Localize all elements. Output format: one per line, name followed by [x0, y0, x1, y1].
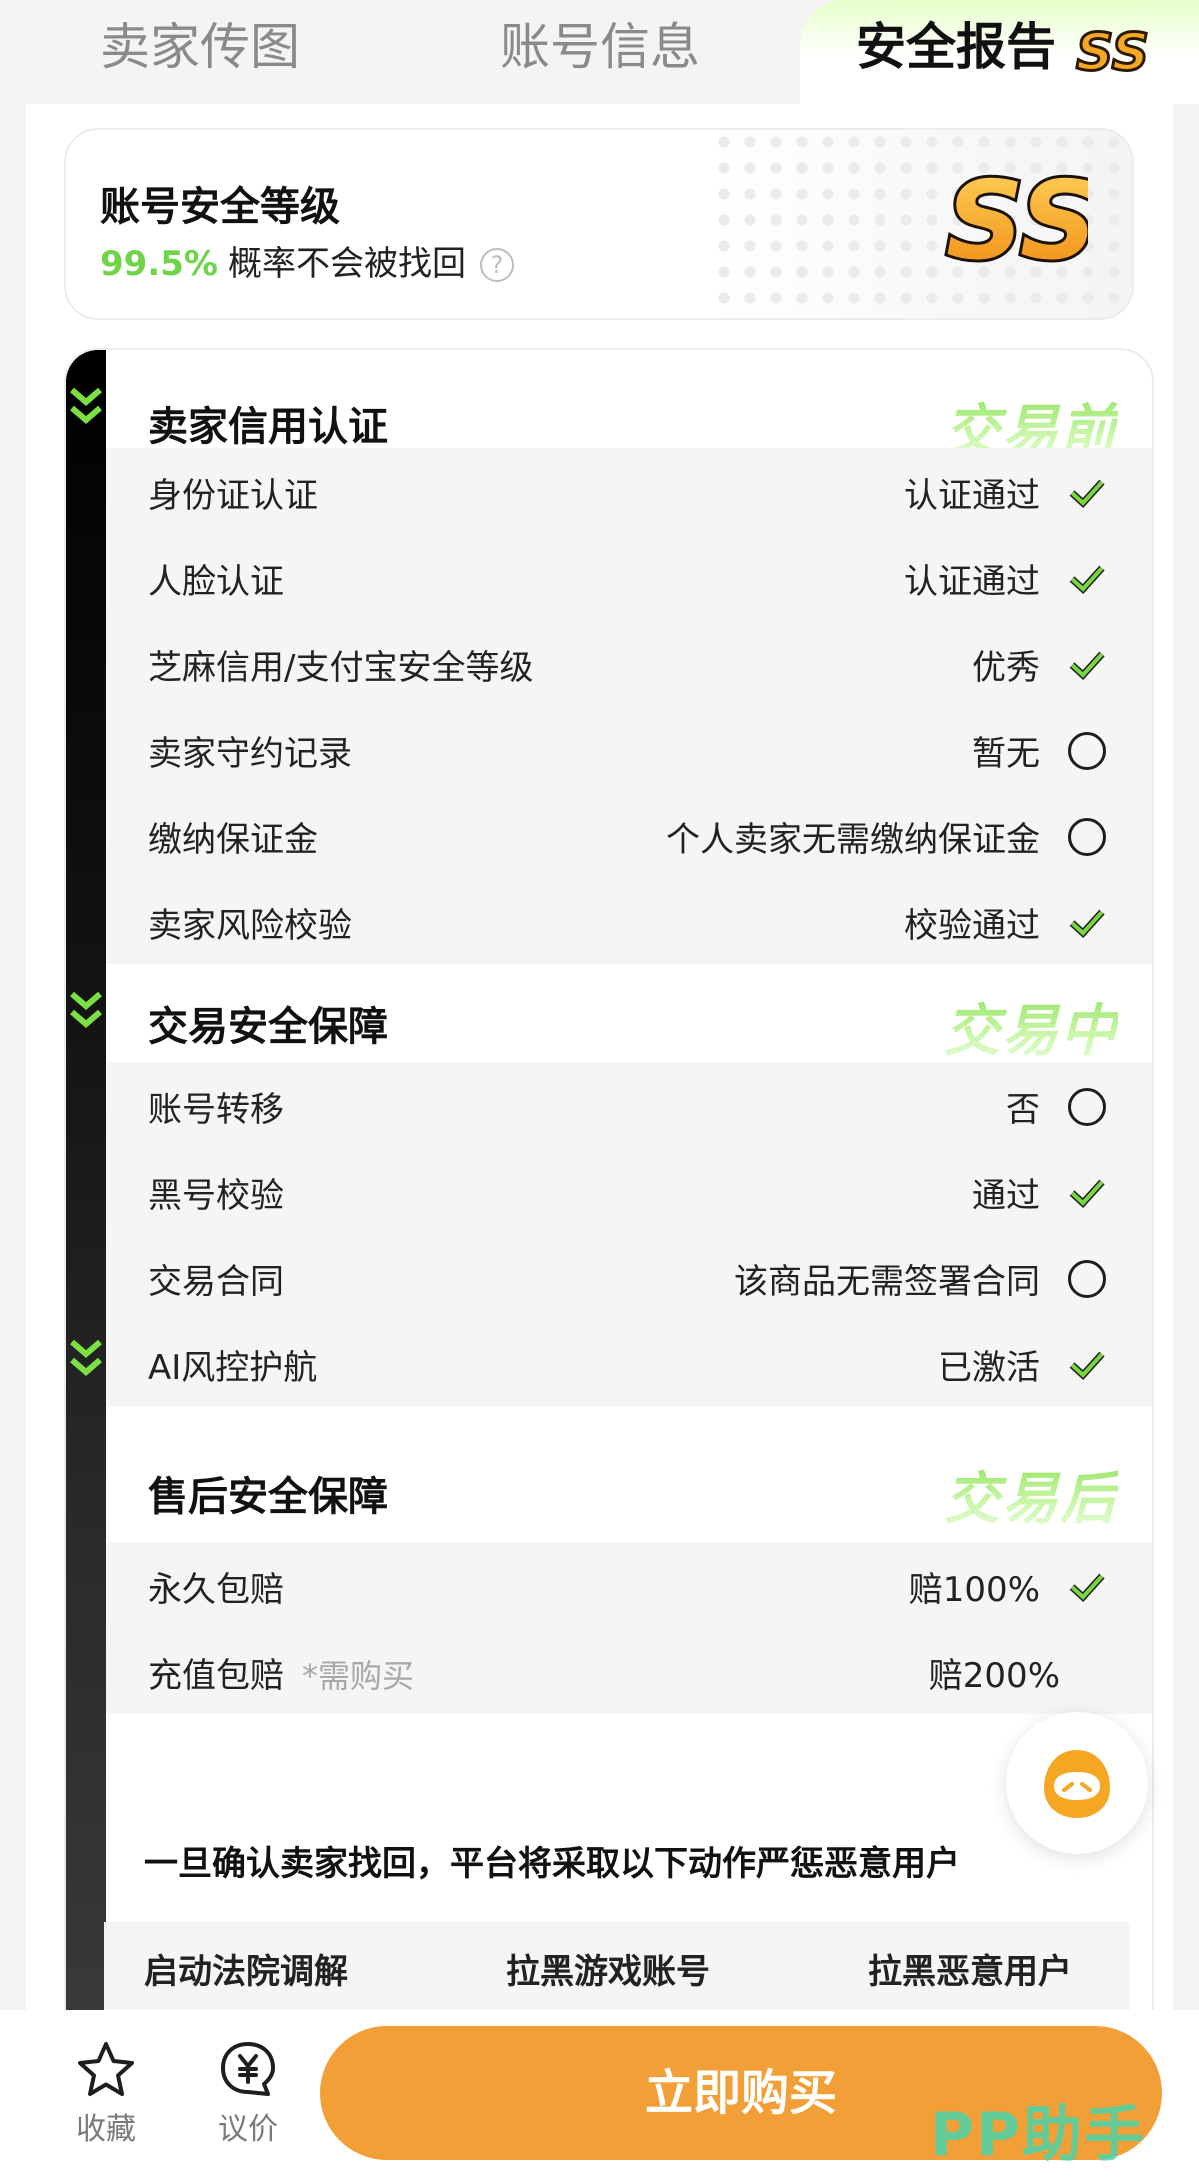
row-value: 已激活 — [938, 1348, 1040, 1388]
row-value: 赔100% — [908, 1570, 1040, 1610]
section-title: 卖家信用认证 — [148, 404, 388, 450]
list-item: 黑号校验 通过 — [106, 1148, 1152, 1234]
list-item: 账号转移 否 — [106, 1062, 1152, 1148]
row-label: 芝麻信用/支付宝安全等级 — [148, 648, 534, 688]
action-ban-game-account: 拉黑游戏账号 — [506, 1952, 710, 1992]
row-label: 缴纳保证金 — [148, 820, 318, 860]
check-icon — [1069, 1573, 1105, 1602]
row-value: 赔200% — [928, 1656, 1060, 1696]
row-label: 黑号校验 — [148, 1176, 284, 1216]
row-label: 人脸认证 — [148, 562, 284, 602]
ss-grade-icon: SS — [943, 158, 1088, 278]
stage-label: 交易后 — [944, 1454, 1118, 1535]
section-title: 交易安全保障 — [148, 1004, 388, 1050]
star-icon — [78, 2042, 134, 2096]
circle-icon — [1068, 818, 1106, 856]
list-item: 卖家守约记录 暂无 — [106, 706, 1152, 792]
list-item: 芝麻信用/支付宝安全等级 优秀 — [106, 620, 1152, 706]
row-label: 卖家风险校验 — [148, 906, 352, 946]
stage-label: 交易中 — [944, 986, 1118, 1067]
section-title: 售后安全保障 — [148, 1474, 388, 1520]
help-icon[interactable]: ? — [479, 248, 514, 282]
row-label: 充值包赔 *需购买 — [148, 1648, 414, 1697]
favorite-button[interactable]: 收藏 — [56, 2040, 156, 2148]
list-item: 充值包赔 *需购买 赔200% — [106, 1628, 1152, 1714]
row-value: 校验通过 — [904, 906, 1040, 946]
tab-account-info[interactable]: 账号信息 — [400, 0, 800, 100]
security-level-subtitle: 99.5% 概率不会被找回? — [100, 236, 514, 285]
tab-security-report[interactable]: 安全报告 SS — [800, 0, 1199, 104]
action-ban-malicious-user: 拉黑恶意用户 — [868, 1952, 1072, 1992]
row-label: 身份证认证 — [148, 476, 318, 516]
svg-text:SS: SS — [946, 159, 1088, 278]
report-card: 卖家信用认证 交易前 身份证认证 认证通过 人脸认证 认证通过 芝麻信用/支付宝… — [64, 348, 1154, 2010]
favorite-label: 收藏 — [76, 2112, 136, 2147]
ss-badge-icon: SS — [1075, 22, 1151, 81]
tab-seller-images[interactable]: 卖家传图 — [0, 0, 400, 100]
list-item: AI风控护航 已激活 — [106, 1320, 1152, 1406]
check-icon — [1069, 651, 1105, 680]
svg-text:SS: SS — [1076, 23, 1149, 80]
check-icon — [1069, 909, 1105, 938]
punishment-actions: 启动法院调解 拉黑游戏账号 拉黑恶意用户 — [104, 1922, 1130, 2010]
list-item: 人脸认证 认证通过 — [106, 534, 1152, 620]
security-report-content: 账号安全等级 99.5% 概率不会被找回? SS 卖家信用认证 交易前 身份证认… — [26, 104, 1173, 2010]
action-court-mediation: 启动法院调解 — [144, 1952, 348, 1992]
watermark-text: PP助手 — [930, 2100, 1146, 2170]
row-value: 认证通过 — [904, 562, 1040, 602]
section-rows-trade-security: 账号转移 否 黑号校验 通过 交易合同 该商品无需签署合同 AI风控护航 已激活 — [106, 1062, 1152, 1406]
row-value: 个人卖家无需缴纳保证金 — [666, 820, 1040, 860]
circle-icon — [1068, 732, 1106, 770]
section-header-trade-security: 交易安全保障 交易中 — [106, 964, 1152, 1064]
row-value: 否 — [1006, 1090, 1040, 1130]
section-rows-seller-credit: 身份证认证 认证通过 人脸认证 认证通过 芝麻信用/支付宝安全等级 优秀 卖家守… — [106, 448, 1152, 964]
list-item: 永久包赔 赔100% — [106, 1542, 1152, 1628]
bargain-label: 议价 — [218, 2112, 278, 2147]
check-icon — [1069, 479, 1105, 508]
chevron-down-icon — [70, 387, 102, 424]
check-icon — [1069, 1351, 1105, 1380]
check-icon — [1069, 565, 1105, 594]
list-item: 卖家风险校验 校验通过 — [106, 878, 1152, 964]
row-label: 永久包赔 — [148, 1570, 284, 1610]
row-value: 优秀 — [972, 648, 1040, 688]
circle-icon — [1068, 1088, 1106, 1126]
list-item: 缴纳保证金 个人卖家无需缴纳保证金 — [106, 792, 1152, 878]
warning-text: 一旦确认卖家找回，平台将采取以下动作严惩恶意用户 — [144, 1844, 960, 1884]
chevron-down-icon — [70, 1339, 102, 1376]
yuan-bubble-icon — [221, 2042, 275, 2096]
timeline-rail — [66, 350, 106, 2010]
tab-bar: 卖家传图 账号信息 安全报告 SS — [0, 0, 1199, 104]
mascot-icon — [1044, 1750, 1110, 1818]
row-value: 暂无 — [972, 734, 1040, 774]
list-item: 交易合同 该商品无需签署合同 — [106, 1234, 1152, 1320]
list-item: 身份证认证 认证通过 — [106, 448, 1152, 534]
chevron-down-icon — [70, 991, 102, 1028]
customer-service-button[interactable] — [1006, 1712, 1148, 1854]
row-note: *需购买 — [302, 1657, 415, 1695]
security-percent: 99.5% — [100, 244, 218, 284]
security-level-card: 账号安全等级 99.5% 概率不会被找回? SS — [64, 128, 1134, 320]
row-value: 认证通过 — [904, 476, 1040, 516]
row-value: 该商品无需签署合同 — [734, 1262, 1040, 1302]
section-header-after-sale: 售后安全保障 交易后 — [106, 1406, 1152, 1542]
circle-icon — [1068, 1260, 1106, 1298]
bargain-button[interactable]: 议价 — [198, 2040, 298, 2148]
security-description: 概率不会被找回 — [227, 244, 466, 284]
section-rows-after-sale: 永久包赔 赔100% 充值包赔 *需购买 赔200% — [106, 1542, 1152, 1714]
row-label: AI风控护航 — [148, 1348, 318, 1388]
row-label: 卖家守约记录 — [148, 734, 352, 774]
row-label-text: 充值包赔 — [148, 1656, 284, 1696]
row-label: 账号转移 — [148, 1090, 284, 1130]
row-label: 交易合同 — [148, 1262, 284, 1302]
tab-security-report-label: 安全报告 — [856, 18, 1056, 76]
check-icon — [1069, 1179, 1105, 1208]
row-value: 通过 — [972, 1176, 1040, 1216]
security-level-title: 账号安全等级 — [100, 184, 340, 230]
